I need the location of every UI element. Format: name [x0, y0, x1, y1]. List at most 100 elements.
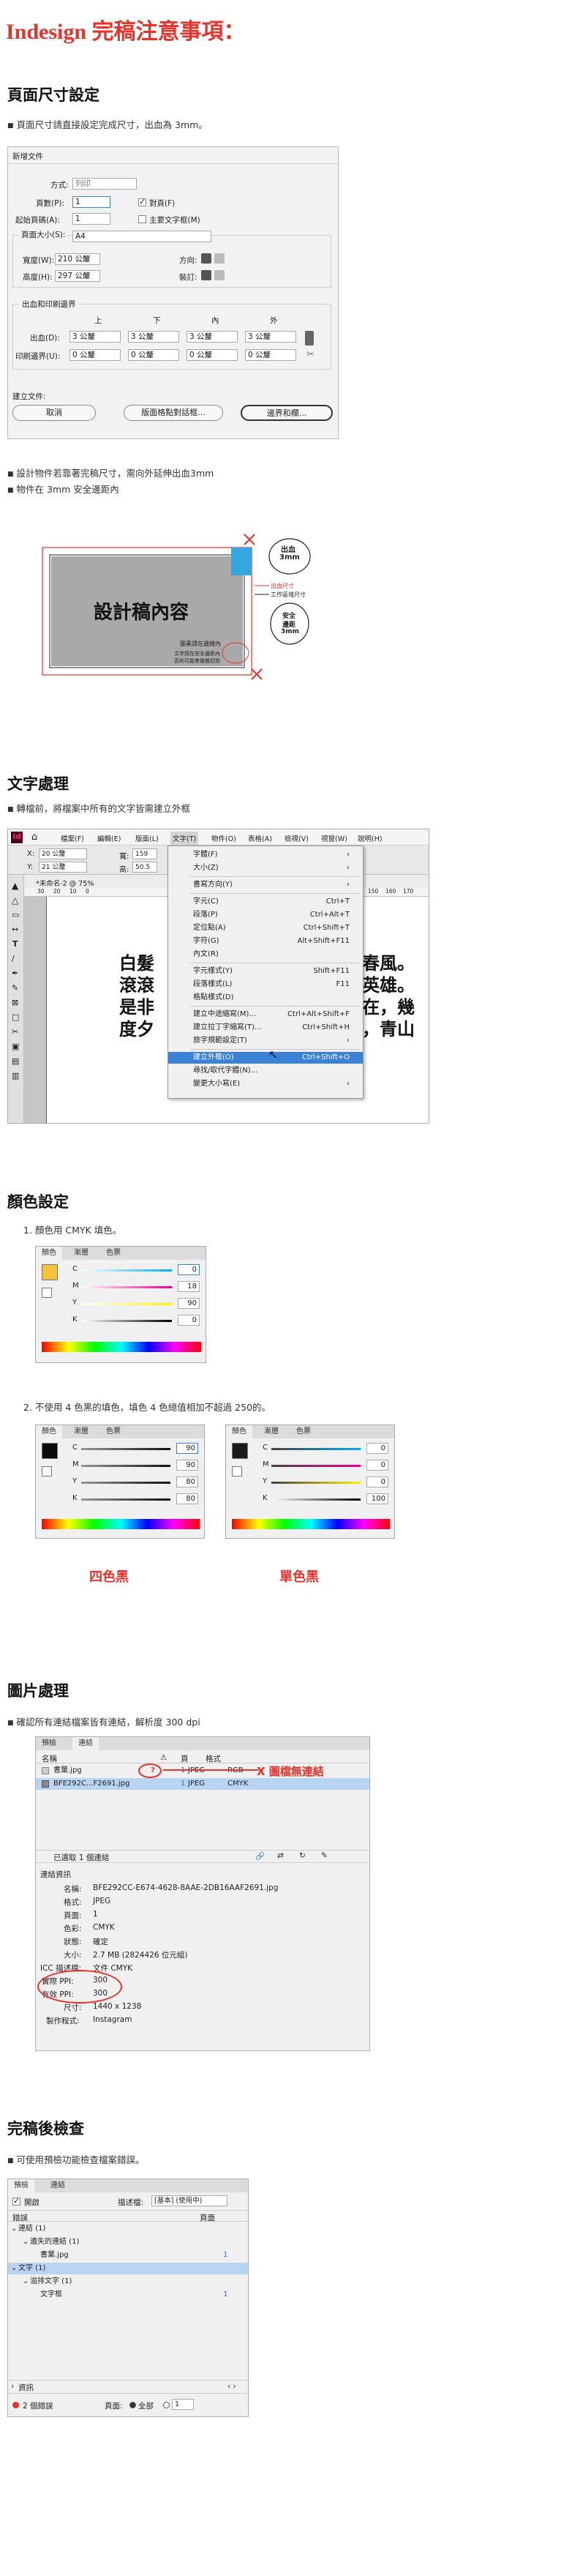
color-spectrum-bar[interactable]	[42, 1519, 200, 1529]
menu-item-create-latin[interactable]: 建立拉丁字縮寫(T)... Ctrl+Shift+H	[168, 1022, 363, 1034]
fill-swatch[interactable]	[232, 1443, 248, 1459]
menu-item-paragraph[interactable]: 段落(P) Ctrl+Alt+T	[168, 909, 363, 921]
note-tool-icon[interactable]: ▥	[12, 1071, 19, 1080]
x-input[interactable]: 20 公釐	[39, 848, 87, 859]
gap-tool-icon[interactable]: ↔	[12, 925, 18, 934]
scroll-arrows-icon[interactable]: ‹ ›	[227, 2382, 236, 2391]
tab-gradient[interactable]: 漸層	[68, 1425, 94, 1438]
facing-pages-checkbox[interactable]	[138, 197, 146, 206]
menu-item-find-font[interactable]: 尋找/取代字體(N)...	[168, 1065, 363, 1077]
menu-item-kinsoku-settings[interactable]: 旅字規範設定(T) ›	[168, 1035, 363, 1047]
pencil-tool-icon[interactable]: ✎	[12, 983, 18, 993]
black-slider[interactable]	[81, 1498, 170, 1501]
slug-top-input[interactable]: 0 公釐	[69, 349, 121, 361]
profile-select[interactable]: [基本] (使用中)	[151, 2195, 227, 2206]
tree-row-missing-links[interactable]: ⌄ 遺失的連結 (1)	[8, 2236, 248, 2248]
menu-edit[interactable]: 編輯(E)	[97, 833, 121, 843]
sample-text-left-3[interactable]: 是非	[119, 996, 154, 1018]
h-input[interactable]: 50.5	[132, 862, 157, 873]
menu-file[interactable]: 檔案(F)	[61, 833, 84, 843]
slug-inside-input[interactable]: 0 公釐	[187, 349, 238, 361]
cyan-slider[interactable]	[81, 1269, 172, 1272]
menu-item-create-outlines[interactable]: 建立外框(O) Ctrl+Shift+O	[168, 1052, 363, 1064]
yellow-value-input[interactable]: 0	[366, 1476, 388, 1487]
selection-tool-icon[interactable]: ▲	[12, 881, 18, 891]
color-spectrum-bar[interactable]	[232, 1519, 390, 1529]
menu-item-grid-styles[interactable]: 格點樣式(D)	[168, 992, 363, 1004]
tree-row-links[interactable]: ⌄ 連結 (1)	[8, 2223, 248, 2235]
slug-outside-input[interactable]: 0 公釐	[245, 349, 296, 361]
menu-item-tabs[interactable]: 定位點(A) Ctrl+Shift+T	[168, 922, 363, 934]
page-size-select[interactable]: A4	[72, 231, 211, 242]
edit-original-icon[interactable]: ✎	[321, 1851, 328, 1860]
link-row-ok[interactable]: BFE292C...F2691.jpg 1 JPEG CMYK	[36, 1778, 369, 1790]
page-range-input[interactable]: 1	[172, 2399, 194, 2410]
magenta-slider[interactable]	[81, 1465, 170, 1467]
pen-tool-icon[interactable]: ✒	[12, 968, 18, 978]
tab-preflight[interactable]: 預檢	[8, 2179, 34, 2192]
menu-item-glyphs[interactable]: 字符(G) Alt+Shift+F11	[168, 936, 363, 947]
bleed-bottom-input[interactable]: 3 公釐	[128, 331, 179, 343]
sample-text-right-1[interactable]: 春風。	[362, 952, 415, 974]
stroke-swatch[interactable]	[42, 1466, 52, 1476]
fill-swatch[interactable]	[42, 1443, 58, 1459]
cyan-slider[interactable]	[81, 1448, 170, 1450]
black-value-input[interactable]: 80	[176, 1493, 198, 1504]
menu-object[interactable]: 物件(O)	[211, 833, 236, 843]
intent-select[interactable]: 列印	[72, 178, 137, 190]
sample-text-left-2[interactable]: 滾滾	[119, 974, 154, 996]
width-input[interactable]: 210 公釐	[55, 253, 100, 265]
yellow-value-input[interactable]: 80	[176, 1476, 198, 1487]
tab-color[interactable]: 顏色	[36, 1247, 62, 1260]
pages-input[interactable]: 1	[72, 196, 110, 208]
menu-layout[interactable]: 版面(L)	[135, 833, 159, 843]
stroke-swatch[interactable]	[232, 1466, 242, 1476]
tab-gradient[interactable]: 漸層	[258, 1425, 285, 1438]
fill-swatch[interactable]	[42, 1264, 58, 1280]
color-spectrum-bar[interactable]	[42, 1342, 201, 1352]
menu-view[interactable]: 檢視(V)	[285, 833, 309, 843]
preflight-on-checkbox[interactable]	[12, 2196, 20, 2206]
menu-item-paragraph-styles[interactable]: 段落樣式(L) F11	[168, 979, 363, 990]
black-slider[interactable]	[271, 1498, 361, 1501]
left-binding-icon[interactable]	[201, 270, 211, 280]
tab-links[interactable]: 連結	[45, 2179, 71, 2192]
black-value-input[interactable]: 0	[178, 1315, 200, 1326]
line-tool-icon[interactable]: ∕	[12, 954, 15, 963]
tab-swatches[interactable]: 色票	[290, 1425, 317, 1438]
black-value-input[interactable]: 100	[366, 1493, 388, 1504]
link-chain-icon[interactable]	[305, 331, 314, 346]
menu-help[interactable]: 說明(H)	[358, 833, 383, 843]
yellow-slider[interactable]	[81, 1482, 170, 1484]
menu-item-story[interactable]: 內文(R)	[168, 949, 363, 960]
tab-swatches[interactable]: 色票	[100, 1247, 127, 1260]
unlink-chain-icon[interactable]: ✂	[306, 349, 315, 360]
tab-preflight[interactable]: 預檢	[36, 1737, 62, 1750]
cyan-value-input[interactable]: 0	[178, 1264, 200, 1275]
menu-item-character[interactable]: 字元(C) Ctrl+T	[168, 896, 363, 908]
right-binding-icon[interactable]	[214, 270, 225, 280]
home-icon[interactable]: ⌂	[31, 832, 37, 843]
menu-window[interactable]: 視窗(W)	[321, 833, 347, 843]
menu-table[interactable]: 表格(A)	[248, 833, 272, 843]
relink-icon[interactable]: 🔗	[255, 1851, 265, 1861]
all-pages-radio[interactable]	[129, 2402, 136, 2408]
cyan-value-input[interactable]: 90	[176, 1443, 198, 1454]
start-page-input[interactable]: 1	[72, 213, 110, 225]
cyan-slider[interactable]	[271, 1448, 361, 1450]
tab-color[interactable]: 顏色	[226, 1425, 252, 1438]
cancel-button[interactable]: 取消	[12, 405, 96, 421]
margins-columns-button[interactable]: 邊界和欄...	[241, 405, 333, 421]
bleed-outside-input[interactable]: 3 公釐	[245, 331, 296, 343]
bleed-inside-input[interactable]: 3 公釐	[187, 331, 238, 343]
slug-bottom-input[interactable]: 0 公釐	[128, 349, 179, 361]
tab-links[interactable]: 連結	[72, 1737, 99, 1750]
master-frame-checkbox[interactable]	[138, 215, 146, 223]
magenta-slider[interactable]	[81, 1286, 172, 1288]
magenta-value-input[interactable]: 0	[366, 1460, 388, 1471]
menu-item-font[interactable]: 字體(F) ›	[168, 849, 363, 861]
menu-item-change-case[interactable]: 變更大小寫(E) ›	[168, 1078, 363, 1090]
magenta-slider[interactable]	[271, 1465, 361, 1467]
tree-row-text-frame[interactable]: 文字框 1	[8, 2289, 248, 2301]
height-input[interactable]: 297 公釐	[55, 270, 100, 282]
